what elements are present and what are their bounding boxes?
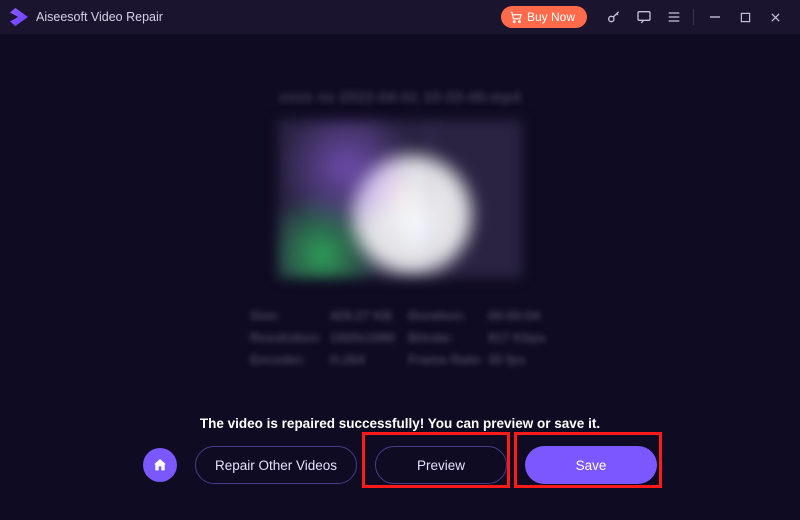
home-icon — [152, 457, 168, 473]
meta-value: 1920x1080 — [330, 330, 408, 345]
action-bar: Repair Other Videos Preview Save — [0, 446, 800, 484]
result-filename: xxxx xx 2022-04-01 10-33-49.mp4 — [0, 90, 800, 106]
meta-key: Size: — [250, 308, 330, 323]
app-title: Aiseesoft Video Repair — [36, 10, 163, 24]
meta-value: 30 fps — [488, 352, 550, 367]
meta-key: Encoder: — [250, 352, 330, 367]
repair-other-videos-button[interactable]: Repair Other Videos — [195, 446, 357, 484]
meta-row: Resolution: 1920x1080 Bitrate: 817 Kbps — [250, 326, 550, 348]
meta-key: Bitrate: — [408, 330, 488, 345]
menu-icon[interactable] — [660, 3, 688, 31]
close-button[interactable] — [760, 3, 790, 31]
success-message: The video is repaired successfully! You … — [0, 416, 800, 431]
maximize-button[interactable] — [730, 3, 760, 31]
home-button[interactable] — [143, 448, 177, 482]
meta-row: Size: 429.27 KB Duration: 00:00:04 — [250, 304, 550, 326]
preview-button[interactable]: Preview — [375, 446, 507, 484]
video-thumbnail — [278, 120, 522, 278]
button-label: Save — [576, 458, 607, 473]
save-button[interactable]: Save — [525, 446, 657, 484]
feedback-icon[interactable] — [630, 3, 658, 31]
meta-key: Resolution: — [250, 330, 330, 345]
meta-value: H.264 — [330, 352, 408, 367]
app-logo-icon — [10, 8, 28, 26]
meta-key: Duration: — [408, 308, 488, 323]
meta-value: 429.27 KB — [330, 308, 408, 323]
button-label: Repair Other Videos — [215, 458, 337, 473]
buy-now-label: Buy Now — [527, 10, 575, 24]
button-label: Preview — [417, 458, 465, 473]
meta-row: Encoder: H.264 Frame Rate: 30 fps — [250, 348, 550, 370]
main-content: xxxx xx 2022-04-01 10-33-49.mp4 Size: 42… — [0, 34, 800, 520]
meta-value: 817 Kbps — [488, 330, 550, 345]
video-metadata: Size: 429.27 KB Duration: 00:00:04 Resol… — [250, 304, 550, 370]
minimize-button[interactable] — [700, 3, 730, 31]
key-icon[interactable] — [600, 3, 628, 31]
meta-key: Frame Rate: — [408, 352, 488, 367]
cart-icon — [509, 10, 523, 24]
meta-value: 00:00:04 — [488, 308, 550, 323]
buy-now-button[interactable]: Buy Now — [501, 6, 587, 28]
separator — [693, 9, 694, 25]
title-bar: Aiseesoft Video Repair Buy Now — [0, 0, 800, 34]
